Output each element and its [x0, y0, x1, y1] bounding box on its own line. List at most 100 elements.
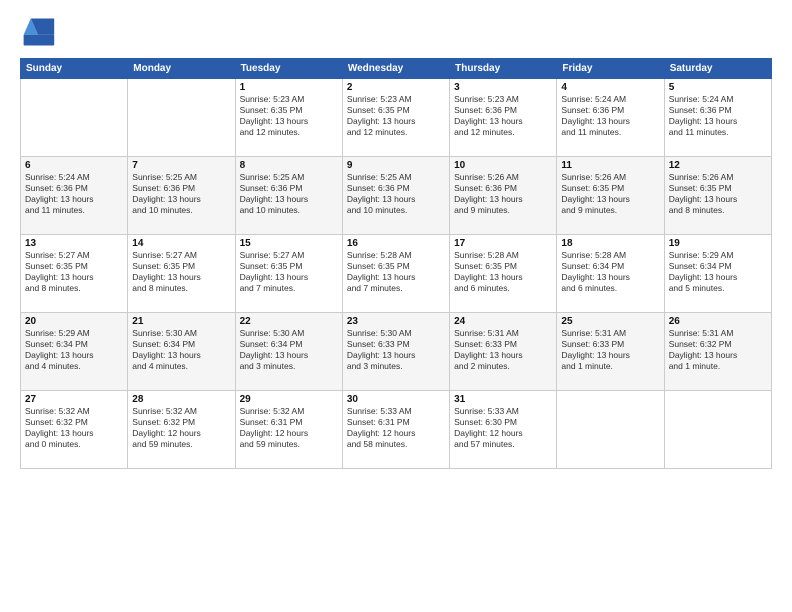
day-number: 20 [25, 316, 123, 327]
calendar-cell: 16Sunrise: 5:28 AM Sunset: 6:35 PM Dayli… [342, 235, 449, 313]
calendar-cell: 25Sunrise: 5:31 AM Sunset: 6:33 PM Dayli… [557, 313, 664, 391]
day-detail: Sunrise: 5:32 AM Sunset: 6:32 PM Dayligh… [25, 406, 123, 450]
day-number: 6 [25, 160, 123, 171]
day-detail: Sunrise: 5:28 AM Sunset: 6:35 PM Dayligh… [454, 250, 552, 294]
day-detail: Sunrise: 5:27 AM Sunset: 6:35 PM Dayligh… [132, 250, 230, 294]
calendar-cell: 3Sunrise: 5:23 AM Sunset: 6:36 PM Daylig… [450, 79, 557, 157]
day-number: 13 [25, 238, 123, 249]
day-detail: Sunrise: 5:31 AM Sunset: 6:32 PM Dayligh… [669, 328, 767, 372]
calendar-cell: 31Sunrise: 5:33 AM Sunset: 6:30 PM Dayli… [450, 391, 557, 469]
weekday-header-saturday: Saturday [664, 59, 771, 79]
week-row-3: 13 Sunrise: 5:27 AM Sunset: 6:35 PM Dayli… [21, 235, 772, 313]
weekday-header-sunday: Sunday [21, 59, 128, 79]
day-number: 30 [347, 394, 445, 405]
day-number: 10 [454, 160, 552, 171]
day-detail: Sunrise: 5:32 AM Sunset: 6:32 PM Dayligh… [132, 406, 230, 450]
calendar-cell: 9Sunrise: 5:25 AM Sunset: 6:36 PM Daylig… [342, 157, 449, 235]
day-number: 12 [669, 160, 767, 171]
calendar-cell: 13Sunrise: 5:27 AM Sunset: 6:35 PM Dayli… [21, 235, 128, 313]
day-number: 15 [240, 238, 338, 249]
weekday-header-monday: Monday [128, 59, 235, 79]
weekday-header-thursday: Thursday [450, 59, 557, 79]
day-number: 21 [132, 316, 230, 327]
calendar-cell: 19Sunrise: 5:29 AM Sunset: 6:34 PM Dayli… [664, 235, 771, 313]
calendar-cell: 30Sunrise: 5:33 AM Sunset: 6:31 PM Dayli… [342, 391, 449, 469]
logo [20, 16, 58, 48]
weekday-header-row: SundayMondayTuesdayWednesdayThursdayFrid… [21, 59, 772, 79]
day-number: 31 [454, 394, 552, 405]
day-detail: Sunrise: 5:31 AM Sunset: 6:33 PM Dayligh… [454, 328, 552, 372]
day-detail: Sunrise: 5:26 AM Sunset: 6:36 PM Dayligh… [454, 172, 552, 216]
day-detail: Sunrise: 5:23 AM Sunset: 6:35 PM Dayligh… [347, 94, 445, 138]
calendar-cell: 22Sunrise: 5:30 AM Sunset: 6:34 PM Dayli… [235, 313, 342, 391]
weekday-header-wednesday: Wednesday [342, 59, 449, 79]
header [20, 16, 772, 48]
calendar-cell [557, 391, 664, 469]
calendar-cell: 14Sunrise: 5:27 AM Sunset: 6:35 PM Dayli… [128, 235, 235, 313]
calendar-cell: 6Sunrise: 5:24 AM Sunset: 6:36 PM Daylig… [21, 157, 128, 235]
day-number: 19 [669, 238, 767, 249]
day-detail: Sunrise: 5:25 AM Sunset: 6:36 PM Dayligh… [240, 172, 338, 216]
day-number: 7 [132, 160, 230, 171]
calendar-cell: 8Sunrise: 5:25 AM Sunset: 6:36 PM Daylig… [235, 157, 342, 235]
day-detail: Sunrise: 5:26 AM Sunset: 6:35 PM Dayligh… [561, 172, 659, 216]
weekday-header-tuesday: Tuesday [235, 59, 342, 79]
calendar-cell: 29Sunrise: 5:32 AM Sunset: 6:31 PM Dayli… [235, 391, 342, 469]
day-number: 28 [132, 394, 230, 405]
week-row-5: 27Sunrise: 5:32 AM Sunset: 6:32 PM Dayli… [21, 391, 772, 469]
day-number: 1 [240, 82, 338, 93]
calendar-cell: 17Sunrise: 5:28 AM Sunset: 6:35 PM Dayli… [450, 235, 557, 313]
day-number: 27 [25, 394, 123, 405]
logo-icon [20, 16, 56, 48]
day-detail: Sunrise: 5:25 AM Sunset: 6:36 PM Dayligh… [132, 172, 230, 216]
calendar-cell: 20Sunrise: 5:29 AM Sunset: 6:34 PM Dayli… [21, 313, 128, 391]
day-detail: Sunrise: 5:32 AM Sunset: 6:31 PM Dayligh… [240, 406, 338, 450]
calendar-cell: 1Sunrise: 5:23 AM Sunset: 6:35 PM Daylig… [235, 79, 342, 157]
calendar-cell: 28Sunrise: 5:32 AM Sunset: 6:32 PM Dayli… [128, 391, 235, 469]
day-detail: Sunrise: 5:30 AM Sunset: 6:34 PM Dayligh… [240, 328, 338, 372]
week-row-4: 20Sunrise: 5:29 AM Sunset: 6:34 PM Dayli… [21, 313, 772, 391]
calendar-cell: 23Sunrise: 5:30 AM Sunset: 6:33 PM Dayli… [342, 313, 449, 391]
day-detail: Sunrise: 5:29 AM Sunset: 6:34 PM Dayligh… [669, 250, 767, 294]
day-detail: Sunrise: 5:27 AM Sunset: 6:35 PM Dayligh… [240, 250, 338, 294]
day-detail: Sunrise: 5:29 AM Sunset: 6:34 PM Dayligh… [25, 328, 123, 372]
calendar-cell: 12Sunrise: 5:26 AM Sunset: 6:35 PM Dayli… [664, 157, 771, 235]
day-detail: Sunrise: 5:24 AM Sunset: 6:36 PM Dayligh… [669, 94, 767, 138]
calendar-cell: 27Sunrise: 5:32 AM Sunset: 6:32 PM Dayli… [21, 391, 128, 469]
day-number: 16 [347, 238, 445, 249]
day-number: 17 [454, 238, 552, 249]
week-row-2: 6Sunrise: 5:24 AM Sunset: 6:36 PM Daylig… [21, 157, 772, 235]
day-detail: Sunrise: 5:23 AM Sunset: 6:36 PM Dayligh… [454, 94, 552, 138]
day-number: 29 [240, 394, 338, 405]
calendar-table: SundayMondayTuesdayWednesdayThursdayFrid… [20, 58, 772, 469]
day-detail: Sunrise: 5:33 AM Sunset: 6:30 PM Dayligh… [454, 406, 552, 450]
day-number: 8 [240, 160, 338, 171]
calendar-cell: 5Sunrise: 5:24 AM Sunset: 6:36 PM Daylig… [664, 79, 771, 157]
calendar-cell: 21Sunrise: 5:30 AM Sunset: 6:34 PM Dayli… [128, 313, 235, 391]
day-number: 22 [240, 316, 338, 327]
day-detail: Sunrise: 5:23 AM Sunset: 6:35 PM Dayligh… [240, 94, 338, 138]
calendar-cell: 26Sunrise: 5:31 AM Sunset: 6:32 PM Dayli… [664, 313, 771, 391]
day-number: 23 [347, 316, 445, 327]
day-detail: Sunrise: 5:24 AM Sunset: 6:36 PM Dayligh… [25, 172, 123, 216]
weekday-header-friday: Friday [557, 59, 664, 79]
day-detail: Sunrise: 5:25 AM Sunset: 6:36 PM Dayligh… [347, 172, 445, 216]
day-number: 25 [561, 316, 659, 327]
day-number: 26 [669, 316, 767, 327]
calendar-cell [664, 391, 771, 469]
calendar-cell: 7Sunrise: 5:25 AM Sunset: 6:36 PM Daylig… [128, 157, 235, 235]
calendar-cell: 24Sunrise: 5:31 AM Sunset: 6:33 PM Dayli… [450, 313, 557, 391]
calendar-cell: 10Sunrise: 5:26 AM Sunset: 6:36 PM Dayli… [450, 157, 557, 235]
day-detail: Sunrise: 5:28 AM Sunset: 6:34 PM Dayligh… [561, 250, 659, 294]
day-number: 9 [347, 160, 445, 171]
calendar-cell: 18Sunrise: 5:28 AM Sunset: 6:34 PM Dayli… [557, 235, 664, 313]
day-number: 11 [561, 160, 659, 171]
calendar-cell: 15Sunrise: 5:27 AM Sunset: 6:35 PM Dayli… [235, 235, 342, 313]
day-number: 24 [454, 316, 552, 327]
calendar-cell: 2Sunrise: 5:23 AM Sunset: 6:35 PM Daylig… [342, 79, 449, 157]
day-detail: Sunrise: 5:28 AM Sunset: 6:35 PM Dayligh… [347, 250, 445, 294]
day-number: 14 [132, 238, 230, 249]
day-detail: Sunrise: 5:26 AM Sunset: 6:35 PM Dayligh… [669, 172, 767, 216]
day-number: 3 [454, 82, 552, 93]
day-detail: Sunrise: 5:30 AM Sunset: 6:33 PM Dayligh… [347, 328, 445, 372]
